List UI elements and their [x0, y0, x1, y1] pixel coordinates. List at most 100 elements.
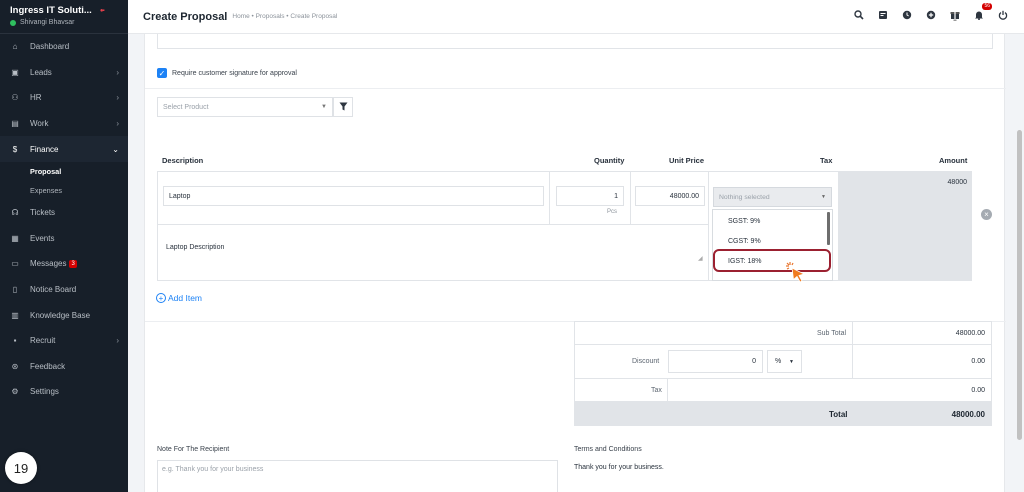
dropdown-dots-icon[interactable]: ●▪: [100, 8, 105, 14]
select-product-dropdown[interactable]: Select Product ▼: [157, 97, 333, 117]
sidebar-item-recruit[interactable]: ▪ Recruit ›: [0, 328, 128, 354]
house-icon: ⌂: [12, 42, 18, 52]
gear-icon: ⚙: [11, 387, 19, 397]
online-status-icon: [10, 19, 16, 26]
signature-checkbox-row[interactable]: ✓ Require customer signature for approva…: [157, 68, 297, 78]
item-name-input[interactable]: Laptop: [163, 186, 544, 206]
sidebar-item-settings[interactable]: ⚙ Settings: [0, 379, 128, 405]
discount-label: Discount: [632, 358, 660, 365]
sidebar-item-label: HR: [30, 93, 42, 103]
sidebar-item-knowledge-base[interactable]: ▥ Knowledge Base: [0, 302, 128, 328]
terms-text[interactable]: Thank you for your business.: [574, 464, 664, 471]
sidebar-item-hr[interactable]: ⚇ HR ›: [0, 85, 128, 111]
sidebar-item-label: Messages: [30, 259, 67, 269]
topbar: Create Proposal Home • Proposals • Creat…: [128, 0, 1024, 34]
column-unit-price: Unit Price: [669, 156, 705, 165]
chevron-down-icon: ⌄: [112, 144, 119, 154]
divider: [630, 171, 631, 224]
remove-item-icon[interactable]: ×: [981, 209, 992, 220]
quantity-unit: Pcs: [607, 209, 618, 215]
divider: [145, 88, 1006, 89]
tax-select-placeholder: Nothing selected: [719, 193, 770, 201]
briefcase-icon: ▤: [11, 119, 19, 129]
sidebar-item-leads[interactable]: ▣ Leads ›: [0, 60, 128, 86]
note-label: Note For The Recipient: [157, 446, 230, 453]
item-amount: 48000: [947, 179, 967, 186]
discount-input[interactable]: 0: [668, 350, 763, 373]
tax-option-sgst[interactable]: SGST: 9%: [728, 218, 760, 225]
sidebar-item-label: Notice Board: [30, 285, 77, 295]
people-icon: ⚇: [11, 93, 19, 103]
signature-label: Require customer signature for approval: [172, 69, 297, 77]
item-amount-cell: 48000: [838, 171, 972, 281]
sidebar-item-label: Settings: [30, 387, 59, 397]
plus-circle-icon: +: [156, 293, 166, 303]
total-row: Total 48000.00: [574, 401, 992, 426]
signature-checkbox[interactable]: ✓: [157, 68, 167, 78]
sidebar-item-finance[interactable]: $ Finance ⌄: [0, 136, 128, 162]
messages-badge: 3: [69, 259, 77, 268]
item-description-textarea[interactable]: Laptop Description: [157, 224, 708, 280]
clock-icon[interactable]: [900, 8, 914, 22]
sidebar-item-events[interactable]: ▦ Events: [0, 226, 128, 252]
sidebar-subitem-proposal[interactable]: Proposal: [0, 162, 128, 181]
selection-highlight: [713, 249, 831, 272]
sidebar-item-label: Knowledge Base: [30, 310, 91, 320]
tax-row: Tax 0.00: [574, 378, 992, 402]
brand[interactable]: Ingress IT Soluti... ●▪ Shivangi Bhavsar: [0, 0, 128, 34]
divider: [667, 379, 668, 401]
tax-option-cgst[interactable]: CGST: 9%: [728, 238, 761, 245]
page-scrollbar[interactable]: [1017, 130, 1022, 440]
sidebar-item-work[interactable]: ▤ Work ›: [0, 111, 128, 137]
caret-down-icon: ▼: [321, 104, 327, 110]
unit-price-input[interactable]: 48000.00: [635, 186, 705, 206]
power-icon[interactable]: [996, 8, 1010, 22]
sticky-note-icon[interactable]: [876, 8, 890, 22]
sidebar-item-dashboard[interactable]: ⌂ Dashboard: [0, 34, 128, 60]
subtotal-row: Sub Total 48000.00: [574, 321, 992, 345]
chat-icon: ▭: [11, 259, 19, 269]
gift-icon[interactable]: [948, 8, 962, 22]
column-amount: Amount: [939, 156, 968, 165]
notification-badge: 56: [982, 3, 992, 10]
page-title: Create Proposal: [143, 10, 228, 23]
subtotal-label: Sub Total: [817, 330, 847, 337]
discount-type: %: [775, 358, 782, 365]
bell-icon[interactable]: 56: [972, 3, 992, 22]
resize-handle-icon[interactable]: ◢: [698, 255, 703, 262]
filter-icon: [339, 102, 348, 113]
terms-label: Terms and Conditions: [574, 446, 642, 453]
quantity-input[interactable]: 1: [556, 186, 624, 206]
filter-button[interactable]: [333, 97, 353, 117]
sidebar-item-messages[interactable]: ▭ Messages 3: [0, 251, 128, 277]
note-textarea[interactable]: e.g. Thank you for your business: [157, 460, 558, 492]
headset-icon: ☊: [11, 208, 19, 218]
sidebar-item-label: Events: [30, 233, 55, 243]
chevron-right-icon: ›: [116, 67, 119, 77]
company-name: Ingress IT Soluti...: [10, 5, 92, 16]
sidebar-item-label: Work: [30, 119, 49, 129]
divider: [549, 171, 550, 224]
book-icon: ▥: [11, 310, 19, 320]
sidebar-item-notice-board[interactable]: ▯ Notice Board: [0, 277, 128, 303]
search-icon[interactable]: [852, 8, 866, 22]
discount-type-select[interactable]: % ▼: [767, 350, 802, 373]
divider: [852, 345, 853, 378]
sidebar-item-tickets[interactable]: ☊ Tickets: [0, 200, 128, 226]
add-item-button[interactable]: + Add Item: [156, 293, 202, 303]
divider: [708, 171, 709, 281]
clipboard-icon: ▯: [12, 285, 18, 295]
tax-select[interactable]: Nothing selected ▼: [713, 187, 832, 207]
sidebar-subitem-expenses[interactable]: Expenses: [0, 181, 128, 200]
dropdown-scrollbar[interactable]: [827, 212, 830, 245]
click-cursor-icon: [786, 262, 806, 283]
select-product-placeholder: Select Product: [163, 103, 209, 111]
items-table-header: Description Quantity Unit Price Tax Amou…: [157, 154, 972, 170]
dollar-icon: $: [12, 144, 18, 154]
chevron-right-icon: ›: [116, 119, 119, 129]
user-card-icon: ▪: [13, 336, 17, 346]
sidebar-item-feedback[interactable]: ⊛ Feedback: [0, 354, 128, 380]
item-description: Laptop Description: [166, 244, 225, 251]
add-circle-icon[interactable]: [924, 8, 938, 22]
previous-field[interactable]: [157, 34, 993, 49]
